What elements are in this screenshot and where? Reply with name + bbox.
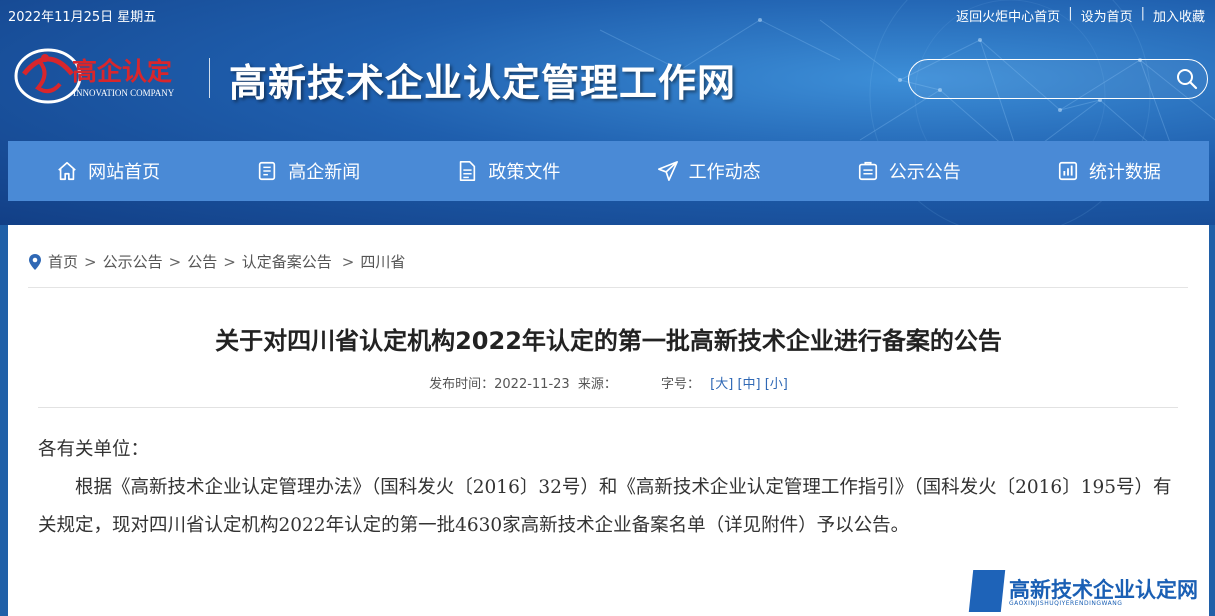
breadcrumb-separator: > [341, 252, 355, 271]
nav-item-home[interactable]: 网站首页 [8, 141, 208, 201]
search-icon[interactable] [1175, 67, 1199, 91]
nav-label: 统计数据 [1088, 162, 1161, 183]
top-bar: 2022年11月25日 星期五 返回火炬中心首页 | 设为首页 | 加入收藏 [8, 6, 1205, 26]
article-panel: 首页 > 公示公告 > 公告 > 认定备案公告 > 四川省 关于对四川省认定机构… [8, 225, 1209, 616]
separator: | [1140, 6, 1145, 21]
watermark-logo-mark [968, 570, 1006, 612]
logo-divider [209, 58, 210, 98]
site-logo[interactable]: 高企认定 INNOVATION COMPANY [10, 44, 210, 106]
publish-label: 发布时间： [429, 377, 495, 392]
breadcrumb: 首页 > 公示公告 > 公告 > 认定备案公告 > 四川省 [28, 251, 405, 272]
divider [38, 407, 1178, 408]
chart-icon [1058, 161, 1078, 181]
separator: | [1068, 6, 1073, 21]
logo-name-en: INNOVATION COMPANY [73, 88, 175, 98]
watermark-subtext: GAOXINJISHUQIYERENDINGWANG [1009, 600, 1123, 607]
link-set-homepage[interactable]: 设为首页 [1081, 6, 1133, 25]
publish-date: 2022-11-23 [494, 377, 570, 392]
article-title: 关于对四川省认定机构2022年认定的第一批高新技术企业进行备案的公告 [215, 327, 1002, 355]
nav-label: 网站首页 [88, 162, 161, 183]
nav-item-notices[interactable]: 公示公告 [809, 141, 1009, 201]
nav-item-policy[interactable]: 政策文件 [408, 141, 608, 201]
breadcrumb-notices[interactable]: 公示公告 [103, 251, 163, 272]
font-size-small[interactable]: [小] [765, 377, 788, 392]
breadcrumb-home[interactable]: 首页 [48, 251, 78, 272]
breadcrumb-sichuan[interactable]: 四川省 [360, 251, 405, 272]
current-date: 2022年11月25日 星期五 [8, 10, 157, 25]
top-links: 返回火炬中心首页 | 设为首页 | 加入收藏 [956, 6, 1205, 25]
nav-label: 政策文件 [488, 162, 561, 183]
nav-item-statistics[interactable]: 统计数据 [1009, 141, 1209, 201]
nav-item-news[interactable]: 高企新闻 [208, 141, 408, 201]
news-icon [259, 161, 276, 181]
link-add-favorite[interactable]: 加入收藏 [1153, 6, 1205, 25]
paper-plane-icon [657, 161, 678, 181]
document-icon [460, 161, 476, 181]
logo-name-cn: 高企认定 [72, 57, 172, 86]
body-paragraph: 根据《高新技术企业认定管理办法》（国科发火〔2016〕32号）和《高新技术企业认… [38, 477, 1172, 536]
font-size-large[interactable]: [大] [710, 377, 733, 392]
nav-item-work-updates[interactable]: 工作动态 [609, 141, 809, 201]
search-box [908, 59, 1208, 99]
location-pin-icon [29, 253, 41, 270]
nav-label: 公示公告 [888, 162, 961, 183]
font-size-medium[interactable]: [中] [737, 377, 760, 392]
site-title: 高新技术企业认定管理工作网 [229, 60, 737, 105]
breadcrumb-announcement[interactable]: 公告 [187, 251, 217, 272]
article-body: 各有关单位： 根据《高新技术企业认定管理办法》（国科发火〔2016〕32号）和《… [38, 431, 1178, 545]
link-torch-center-home[interactable]: 返回火炬中心首页 [956, 6, 1060, 25]
salutation: 各有关单位： [38, 439, 150, 460]
search-input[interactable] [923, 68, 1163, 90]
watermark: 高新技术企业认定网 GAOXINJISHUQIYERENDINGWANG [968, 566, 1215, 616]
nav-label: 工作动态 [688, 162, 761, 183]
divider [28, 287, 1188, 288]
source-label: 来源： [577, 377, 617, 392]
breadcrumb-separator: > [223, 252, 236, 271]
main-nav: 网站首页 高企新闻 政策文件 工作动态 公示公告 统计数据 [8, 141, 1209, 201]
notice-board-icon [858, 161, 877, 181]
breadcrumb-filing-announcement[interactable]: 认定备案公告 [242, 251, 332, 272]
article-meta: 发布时间：2022-11-23 来源： 字号： [大] [中] [小] [8, 373, 1209, 392]
home-icon [58, 161, 76, 181]
font-size-label: 字号： [660, 377, 700, 392]
breadcrumb-separator: > [168, 252, 182, 271]
breadcrumb-separator: > [84, 252, 97, 271]
nav-label: 高企新闻 [288, 162, 361, 183]
